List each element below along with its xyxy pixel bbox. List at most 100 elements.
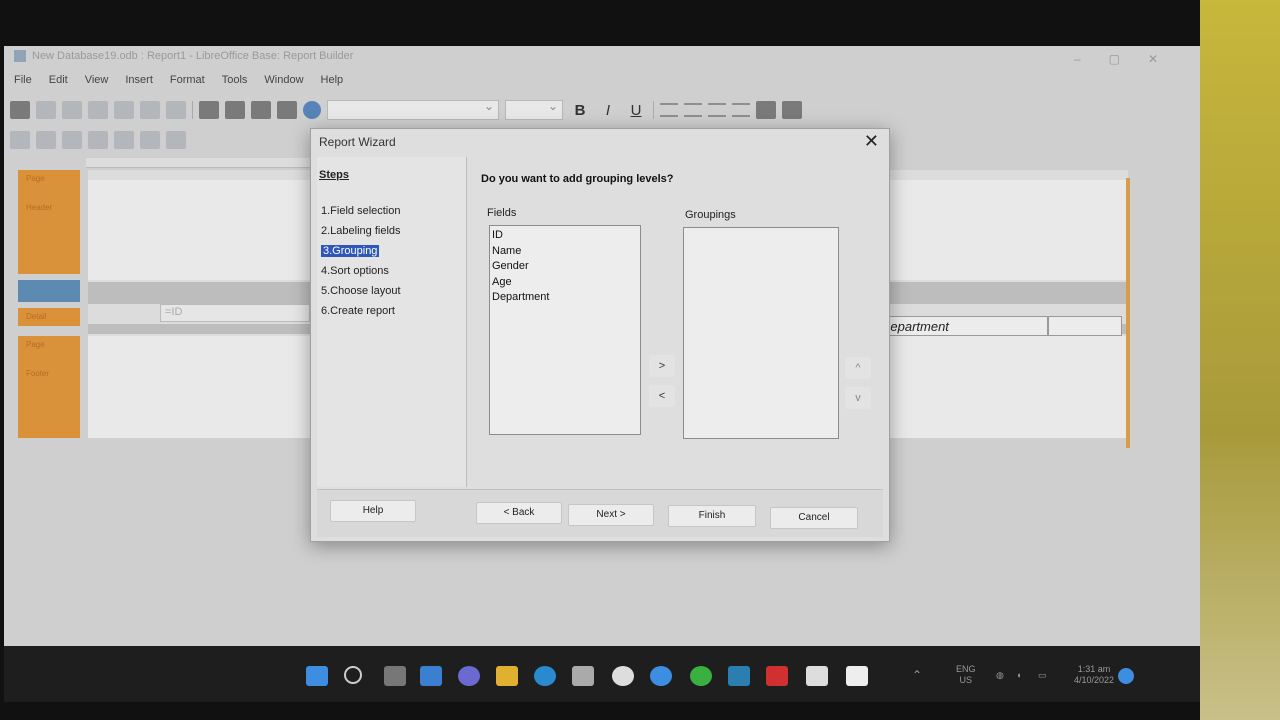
close-window-icon[interactable]: ✕ [1148, 52, 1186, 66]
step-choose-layout[interactable]: 5.Choose layout [321, 285, 401, 297]
menu-tools[interactable]: Tools [222, 74, 248, 92]
align-left-icon[interactable] [660, 103, 678, 117]
save-icon[interactable] [10, 101, 30, 119]
font-name-combo[interactable] [327, 99, 499, 120]
step-labeling-fields[interactable]: 2.Labeling fields [321, 225, 401, 237]
chrome-icon[interactable] [650, 666, 672, 686]
help-button[interactable]: Help [330, 500, 416, 522]
move-up-button[interactable]: ^ [845, 357, 871, 379]
chat-icon[interactable] [458, 666, 480, 686]
libreoffice-icon[interactable] [846, 666, 868, 686]
finish-button[interactable]: Finish [668, 505, 756, 527]
department-field[interactable]: Department [876, 316, 1048, 336]
report-header-icon[interactable] [199, 101, 219, 119]
export-pdf-icon[interactable] [36, 101, 56, 119]
list-item[interactable]: Gender [490, 259, 640, 275]
section-label: Footer [26, 369, 50, 378]
copy-icon[interactable] [88, 101, 108, 119]
section-page-header[interactable]: Page Header [18, 170, 80, 274]
volume-icon[interactable]: ◖ [1016, 670, 1021, 681]
menu-window[interactable]: Window [264, 74, 303, 92]
steps-heading: Steps [319, 169, 349, 181]
select-icon[interactable] [10, 131, 30, 149]
menu-edit[interactable]: Edit [49, 74, 68, 92]
document-icon[interactable] [806, 666, 828, 686]
back-button[interactable]: < Back [476, 502, 562, 524]
section-group[interactable] [18, 280, 80, 302]
vertical-line-icon[interactable] [166, 131, 186, 149]
label-field-icon[interactable] [36, 131, 56, 149]
add-field-icon[interactable] [277, 101, 297, 119]
underline-button[interactable]: U [625, 102, 647, 119]
step-sort-options[interactable]: 4.Sort options [321, 265, 389, 277]
app-icon[interactable] [612, 666, 634, 686]
image-icon[interactable] [88, 131, 108, 149]
list-item[interactable]: Department [490, 290, 640, 306]
background-color-icon[interactable] [782, 101, 802, 119]
store-icon[interactable] [572, 666, 594, 686]
horizontal-line-icon[interactable] [140, 131, 160, 149]
battery-icon[interactable]: ▭ [1038, 670, 1047, 681]
italic-button[interactable]: I [597, 102, 619, 119]
show-hidden-icons-icon[interactable]: ⌃ [912, 669, 922, 681]
sorting-grouping-icon[interactable] [251, 101, 271, 119]
file-explorer-icon[interactable] [496, 666, 518, 686]
font-color-icon[interactable] [756, 101, 776, 119]
step-field-selection[interactable]: 1.Field selection [321, 205, 401, 217]
maximize-icon[interactable]: ▢ [1109, 52, 1148, 66]
start-icon[interactable] [306, 666, 328, 686]
list-item[interactable]: Age [490, 275, 640, 291]
screen: New Database19.odb : Report1 - LibreOffi… [4, 46, 1200, 646]
menu-help[interactable]: Help [321, 74, 344, 92]
list-item[interactable]: ID [490, 228, 640, 244]
whatsapp-icon[interactable] [690, 666, 712, 686]
font-size-combo[interactable] [505, 99, 563, 120]
language-indicator[interactable]: ENG US [956, 664, 976, 686]
empty-field[interactable] [1048, 316, 1122, 336]
bold-button[interactable]: B [569, 102, 591, 119]
page-header-icon[interactable] [225, 101, 245, 119]
task-view-icon[interactable] [384, 666, 406, 686]
remove-grouping-button[interactable]: < [649, 385, 675, 407]
paste-icon[interactable] [114, 101, 134, 119]
section-detail[interactable]: Detail [18, 308, 80, 326]
redo-icon[interactable] [166, 101, 186, 119]
minimize-icon[interactable]: – [1074, 52, 1109, 66]
wps-icon[interactable] [766, 666, 788, 686]
step-grouping[interactable]: 3.Grouping [321, 245, 380, 257]
clock[interactable]: 1:31 am 4/10/2022 [1064, 664, 1124, 686]
menu-file[interactable]: File [14, 74, 32, 92]
menu-view[interactable]: View [85, 74, 109, 92]
notification-icon[interactable] [1118, 668, 1134, 684]
widgets-icon[interactable] [420, 666, 442, 686]
cancel-button[interactable]: Cancel [770, 507, 858, 529]
undo-icon[interactable] [140, 101, 160, 119]
list-item[interactable]: Name [490, 244, 640, 260]
app-icon[interactable] [728, 666, 750, 686]
window-controls: –▢✕ [1074, 52, 1186, 66]
align-right-icon[interactable] [708, 103, 726, 117]
cut-icon[interactable] [62, 101, 82, 119]
close-icon[interactable]: ✕ [864, 131, 879, 152]
menu-insert[interactable]: Insert [125, 74, 153, 92]
chart-icon[interactable] [114, 131, 134, 149]
network-icon[interactable]: ◍ [996, 670, 1004, 681]
fields-listbox[interactable]: ID Name Gender Age Department [489, 225, 641, 435]
help-icon[interactable] [303, 101, 321, 119]
add-grouping-button[interactable]: > [649, 355, 675, 377]
groupings-listbox[interactable] [683, 227, 839, 439]
text-box-icon[interactable] [62, 131, 82, 149]
align-center-icon[interactable] [684, 103, 702, 117]
justify-icon[interactable] [732, 103, 750, 117]
grouping-question: Do you want to add grouping levels? [481, 173, 674, 185]
section-page-footer[interactable]: Page Footer [18, 336, 80, 438]
next-button[interactable]: Next > [568, 504, 654, 526]
menu-format[interactable]: Format [170, 74, 205, 92]
separator [192, 101, 193, 119]
edge-icon[interactable] [534, 666, 556, 686]
search-icon[interactable] [344, 666, 362, 684]
time: 1:31 am [1077, 664, 1111, 674]
move-down-button[interactable]: v [845, 387, 871, 409]
id-field[interactable]: =ID [160, 304, 310, 322]
step-create-report[interactable]: 6.Create report [321, 305, 395, 317]
